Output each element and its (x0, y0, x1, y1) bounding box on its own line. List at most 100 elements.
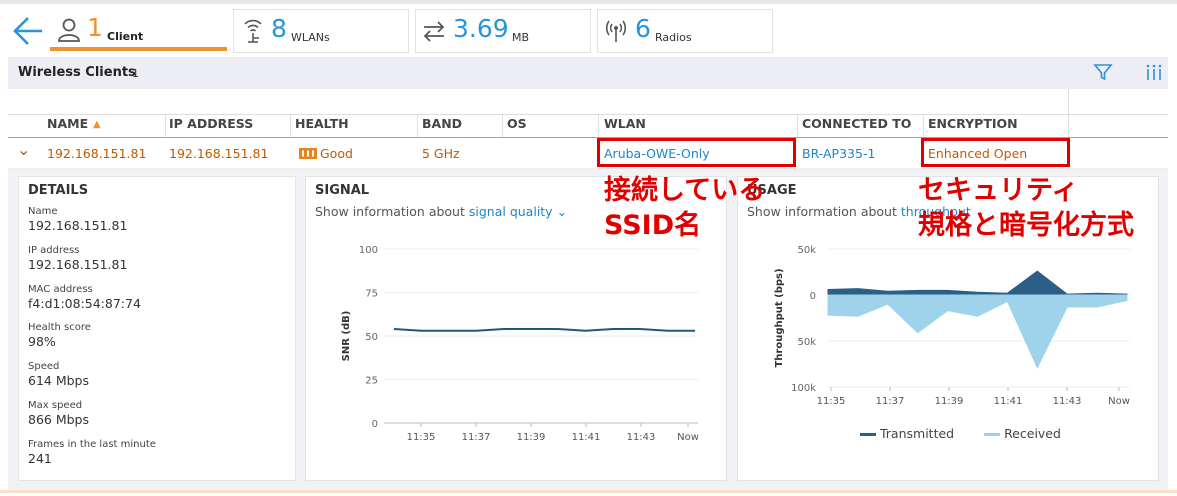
cell-connected-to[interactable]: BR-AP335-1 (802, 146, 875, 161)
person-icon (58, 18, 80, 42)
signal-ytick-label: 50 (365, 332, 378, 343)
tab-traffic[interactable]: 3.69 MB (415, 9, 591, 53)
legend-received-swatch (984, 433, 1001, 436)
usage-xtick-label: 11:41 (994, 396, 1023, 407)
encryption-highlight-box (921, 138, 1070, 167)
active-tab-indicator (50, 47, 227, 51)
wlan-annotation-line1: 接続している (604, 175, 766, 206)
signal-show-info: Show information about signal quality ⌄ (315, 204, 567, 219)
traffic-value: 3.69 (453, 14, 509, 43)
wlan-annotation-line2: SSID名 (604, 210, 702, 241)
radios-count: 6 (635, 14, 651, 43)
client-label: Client (107, 30, 144, 43)
traffic-unit: MB (512, 31, 530, 44)
detail-value-health: 98% (28, 334, 56, 349)
signal-xtick-label: 11:41 (572, 432, 601, 443)
col-encryption[interactable]: ENCRYPTION (928, 116, 1018, 138)
detail-value-frames: 241 (28, 451, 52, 466)
table-toolbar-space (8, 89, 1168, 115)
usage-ytick-label: 0 (810, 291, 816, 302)
usage-area-transmitted (827, 270, 1128, 296)
encryption-annotation: セキュリティ 規格と暗号化方式 (918, 173, 1134, 243)
signal-metric-dropdown[interactable]: signal quality (469, 204, 553, 219)
usage-xtick-label: 11:39 (935, 396, 964, 407)
signal-xtick-label: 11:43 (627, 432, 656, 443)
usage-xtick-label: 11:43 (1053, 396, 1082, 407)
signal-ytick-label: 0 (372, 419, 378, 430)
wlan-annotation: 接続している SSID名 (604, 173, 765, 243)
usage-show-label: Show information about (747, 204, 897, 219)
usage-legend: Transmitted Received (860, 426, 1061, 441)
detail-value-speed: 614 Mbps (28, 373, 89, 388)
signal-ytick-label: 25 (365, 376, 378, 387)
usage-xtick-label: Now (1108, 396, 1130, 407)
signal-show-label: Show information about (315, 204, 465, 219)
enc-annotation-line2: 規格と暗号化方式 (918, 210, 1134, 241)
usage-ytick-label: 50k (797, 337, 816, 348)
col-health[interactable]: HEALTH (295, 116, 349, 138)
col-ip-address[interactable]: IP ADDRESS (169, 116, 253, 138)
section-count: 1 (132, 67, 139, 80)
detail-value-name: 192.168.151.81 (28, 218, 128, 233)
signal-xtick-label: 11:39 (517, 432, 546, 443)
bottom-border (0, 490, 1177, 493)
top-border (0, 0, 1177, 4)
transfer-arrows-icon (423, 21, 445, 42)
back-arrow-icon[interactable] (12, 14, 46, 48)
col-wlan[interactable]: WLAN (604, 116, 646, 138)
detail-label-ip: IP address (28, 245, 80, 256)
legend-received-label: Received (1004, 426, 1061, 441)
usage-ytick-label: 50k (797, 245, 816, 256)
signal-ytick-label: 100 (359, 245, 378, 256)
cell-band: 5 GHz (422, 146, 460, 161)
detail-value-mac: f4:d1:08:54:87:74 (28, 296, 141, 311)
radio-antenna-icon (605, 20, 627, 42)
detail-label-mac: MAC address (28, 284, 93, 295)
details-title: DETAILS (28, 183, 89, 198)
detail-value-max-speed: 866 Mbps (28, 412, 89, 427)
usage-xtick-label: 11:35 (817, 396, 846, 407)
wlans-label: WLANs (291, 31, 330, 44)
columns-icon[interactable] (1145, 62, 1163, 82)
usage-xtick-label: 11:37 (876, 396, 905, 407)
detail-label-max-speed: Max speed (28, 400, 83, 411)
col-os[interactable]: OS (507, 116, 527, 138)
tab-radios[interactable]: 6 Radios (597, 9, 773, 53)
health-bar-icon (299, 148, 317, 159)
signal-snr-line (393, 328, 695, 332)
signal-title: SIGNAL (315, 183, 370, 198)
usage-ytick-label: 100k (791, 383, 816, 394)
wifi-tower-icon (244, 19, 262, 43)
enc-annotation-line1: セキュリティ (918, 175, 1079, 206)
col-name[interactable]: NAME (47, 116, 88, 138)
detail-value-ip: 192.168.151.81 (28, 257, 128, 272)
radios-label: Radios (655, 31, 692, 44)
signal-ylabel: SNR (dB) (341, 311, 352, 362)
signal-xtick-label: 11:35 (407, 432, 436, 443)
signal-xtick-label: Now (677, 432, 699, 443)
chevron-down-icon[interactable]: ⌄ (557, 204, 567, 219)
detail-label-speed: Speed (28, 361, 60, 372)
col-band[interactable]: BAND (422, 116, 462, 138)
legend-transmitted-label: Transmitted (879, 426, 955, 441)
usage-ylabel: Throughput (bps) (774, 268, 785, 367)
signal-xtick-label: 11:37 (462, 432, 491, 443)
signal-ytick-label: 75 (365, 289, 378, 300)
expand-chevron-icon[interactable]: ⌄ (17, 140, 30, 159)
col-connected-to[interactable]: CONNECTED TO (802, 116, 911, 138)
cell-health: Good (320, 146, 353, 161)
cell-ip: 192.168.151.81 (169, 146, 269, 161)
tab-wlans[interactable]: 8 WLANs (233, 9, 409, 53)
filter-icon[interactable] (1093, 62, 1113, 82)
usage-chart: 50k 0 50k 100k11:35 11:37 11:39 11:41 11:43 Now T… (774, 245, 1130, 407)
cell-name[interactable]: 192.168.151.81 (47, 146, 146, 161)
client-page: 1 Client 8 WLANs 3.69 MB 6 Radios Wirele… (0, 0, 1177, 496)
legend-transmitted-swatch (860, 433, 876, 436)
client-count: 1 (87, 13, 103, 42)
section-title: Wireless Clients (18, 65, 136, 80)
detail-label-name: Name (28, 206, 58, 217)
wlan-highlight-box (597, 138, 796, 167)
signal-chart: 100 75 50 25 0 11:35 11:37 11:39 11:41 11:43 Now SN… (341, 245, 699, 443)
section-header: Wireless Clients 1 (8, 57, 1168, 89)
wlans-count: 8 (271, 14, 287, 43)
